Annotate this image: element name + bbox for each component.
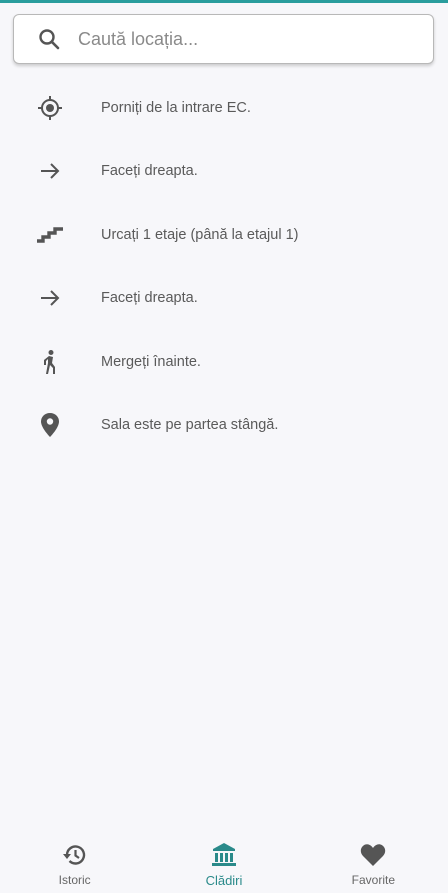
nav-item-label: Favorite — [351, 873, 395, 887]
nav-item-label: Istoric — [58, 873, 91, 887]
search-input[interactable] — [76, 27, 400, 51]
building-icon — [211, 842, 237, 868]
nav-item-istoric[interactable]: Istoric — [0, 826, 149, 893]
direction-step-text: Sala este pe partea stângă. — [101, 417, 279, 434]
arrow-right-icon — [36, 284, 64, 312]
walking-icon — [36, 348, 64, 376]
heart-icon — [360, 842, 386, 868]
top-accent-bar — [0, 0, 448, 3]
direction-step: Faceți dreapta. — [0, 267, 448, 331]
direction-step-text: Faceți dreapta. — [101, 290, 198, 307]
directions-list: Porniți de la intrare EC. Faceți dreapta… — [0, 76, 448, 457]
direction-step: Urcați 1 etaje (până la etajul 1) — [0, 203, 448, 267]
direction-step-text: Faceți dreapta. — [101, 163, 198, 180]
search-icon[interactable] — [36, 26, 62, 52]
my-location-icon — [36, 94, 64, 122]
direction-step: Porniți de la intrare EC. — [0, 76, 448, 140]
direction-step: Mergeți înainte. — [0, 330, 448, 394]
stairs-icon — [36, 221, 64, 249]
direction-step-text: Porniți de la intrare EC. — [101, 99, 251, 116]
direction-step: Sala este pe partea stângă. — [0, 394, 448, 458]
direction-step: Faceți dreapta. — [0, 140, 448, 204]
history-icon — [62, 842, 88, 868]
nav-item-favorite[interactable]: Favorite — [299, 826, 448, 893]
location-pin-icon — [36, 411, 64, 439]
arrow-right-icon — [36, 157, 64, 185]
direction-step-text: Urcați 1 etaje (până la etajul 1) — [101, 226, 299, 243]
bottom-navigation: Istoric Clădiri Favorite — [0, 826, 448, 893]
nav-item-label: Clădiri — [205, 873, 243, 888]
nav-item-cladiri[interactable]: Clădiri — [149, 826, 298, 893]
direction-step-text: Mergeți înainte. — [101, 353, 201, 370]
search-bar[interactable] — [13, 14, 434, 64]
